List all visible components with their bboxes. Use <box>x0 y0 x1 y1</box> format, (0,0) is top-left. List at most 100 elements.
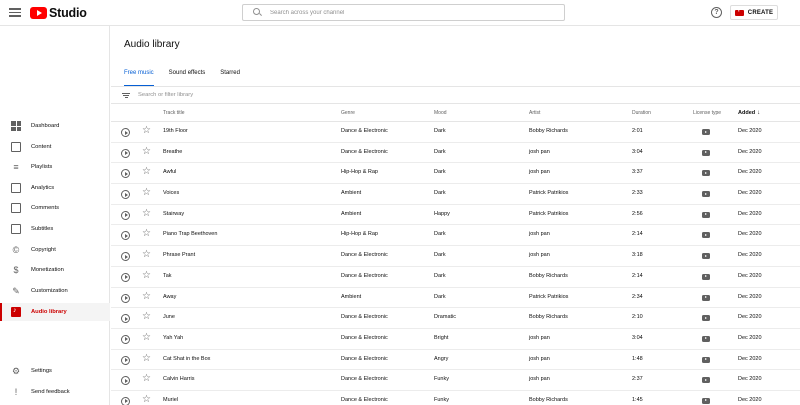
youtube-license-icon <box>702 315 710 322</box>
play-icon[interactable] <box>121 314 130 324</box>
track-mood: Dramatic <box>434 314 457 321</box>
play-icon[interactable] <box>121 272 130 282</box>
play-icon[interactable] <box>121 376 130 386</box>
table-row[interactable]: ☆ Awful Hip-Hop & Rap Dark josh pan 3:37 Dec 2… <box>111 163 800 185</box>
sidebar-item-monetization[interactable]: $ Monetization <box>0 261 110 279</box>
header-license-type[interactable]: License type <box>693 110 721 116</box>
filter-icon[interactable] <box>122 92 130 99</box>
play-icon[interactable] <box>121 334 130 344</box>
track-title: Cat Shat in the Box <box>163 355 211 362</box>
play-icon[interactable] <box>121 355 130 365</box>
table-header: Track title Genre Mood Artist Duration L… <box>111 105 800 122</box>
play-icon[interactable] <box>121 169 130 179</box>
play-icon[interactable] <box>121 396 130 405</box>
studio-logo[interactable]: Studio <box>30 5 87 21</box>
track-mood: Happy <box>434 210 450 217</box>
sidebar-item-settings[interactable]: ⚙ Settings <box>0 362 110 380</box>
table-row[interactable]: ☆ Calvin Harris Dance & Electronic Funky jos… <box>111 370 800 391</box>
play-icon[interactable] <box>121 148 130 158</box>
menu-icon[interactable] <box>9 6 21 18</box>
track-genre: Hip-Hop & Rap <box>341 231 378 238</box>
sidebar-item-audio-library[interactable]: Audio library <box>0 303 110 321</box>
table-row[interactable]: ☆ Piano Trap Beethoven Hip-Hop & Rap Dark jo… <box>111 225 800 247</box>
header-mood[interactable]: Mood <box>434 110 447 116</box>
table-row[interactable]: ☆ June Dance & Electronic Dramatic Bobby Ric… <box>111 308 800 329</box>
track-mood: Dark <box>434 231 446 238</box>
track-genre: Dance & Electronic <box>341 376 388 383</box>
youtube-license-icon <box>702 377 710 384</box>
star-icon[interactable]: ☆ <box>142 291 151 303</box>
table-row[interactable]: ☆ Phrase Prant Dance & Electronic Dark josh … <box>111 246 800 267</box>
sidebar-item-label: Subtitles <box>31 226 54 232</box>
tab-free-music[interactable]: Free music <box>124 69 154 87</box>
track-added: Dec 2020 <box>738 231 762 238</box>
tab-starred[interactable]: Starred <box>220 69 240 87</box>
sidebar-item-send-feedback[interactable]: ! Send feedback <box>0 383 110 401</box>
table-row[interactable]: ☆ Stairway Ambient Happy Patrick Patrikios 2:… <box>111 205 800 226</box>
play-icon[interactable] <box>121 231 130 241</box>
header-duration[interactable]: Duration <box>632 110 651 116</box>
track-added: Dec 2020 <box>738 293 762 300</box>
track-duration: 3:04 <box>632 148 643 155</box>
star-icon[interactable]: ☆ <box>142 187 151 199</box>
track-title: Breathe <box>163 148 183 155</box>
star-icon[interactable]: ☆ <box>142 373 151 385</box>
sidebar-item-copyright[interactable]: © Copyright <box>0 241 110 259</box>
copyright-icon: © <box>12 245 20 255</box>
dashboard-icon <box>11 121 21 131</box>
play-icon[interactable] <box>121 190 130 200</box>
star-icon[interactable]: ☆ <box>142 166 151 178</box>
play-icon[interactable] <box>121 252 130 262</box>
header-artist[interactable]: Artist <box>529 110 540 116</box>
table-row[interactable]: ☆ Cat Shat in the Box Dance & Electronic An… <box>111 350 800 371</box>
tab-sound-effects[interactable]: Sound effects <box>169 69 206 87</box>
gear-icon: ⚙ <box>11 366 21 376</box>
header-added[interactable]: Added ↓ <box>738 110 760 116</box>
table-row[interactable]: ☆ Tak Dance & Electronic Dark Bobby Richards… <box>111 267 800 288</box>
filter-input[interactable] <box>138 92 438 98</box>
track-title: Yah Yah <box>163 334 184 341</box>
table-row[interactable]: ☆ 19th Floor Dance & Electronic Dark Bobby R… <box>111 122 800 143</box>
track-added: Dec 2020 <box>738 190 762 197</box>
star-icon[interactable]: ☆ <box>142 228 151 240</box>
help-icon[interactable]: ? <box>711 7 722 18</box>
header-genre[interactable]: Genre <box>341 110 355 116</box>
play-icon[interactable] <box>121 293 130 303</box>
star-icon[interactable]: ☆ <box>142 394 151 405</box>
star-icon[interactable]: ☆ <box>142 311 151 323</box>
sidebar-item-customization[interactable]: ✎ Customization <box>0 282 110 300</box>
track-mood: Funky <box>434 396 449 403</box>
header-track-title[interactable]: Track title <box>163 110 184 116</box>
track-duration: 3:04 <box>632 334 643 341</box>
star-icon[interactable]: ☆ <box>142 208 151 220</box>
create-button[interactable]: CREATE <box>730 5 778 20</box>
play-icon[interactable] <box>121 210 130 220</box>
sidebar-item-content[interactable]: Content <box>0 138 110 156</box>
sidebar-item-playlists[interactable]: ≡ Playlists <box>0 158 110 176</box>
channel-search[interactable] <box>242 4 565 21</box>
star-icon[interactable]: ☆ <box>142 332 151 344</box>
search-input[interactable] <box>270 9 550 16</box>
star-icon[interactable]: ☆ <box>142 146 151 158</box>
search-icon[interactable] <box>251 6 265 20</box>
sidebar-item-subtitles[interactable]: Subtitles <box>0 220 110 238</box>
track-mood: Dark <box>434 148 446 155</box>
play-icon[interactable] <box>121 128 130 137</box>
track-duration: 1:48 <box>632 355 643 362</box>
table-row[interactable]: ☆ Muriel Dance & Electronic Funky Bobby Rich… <box>111 391 800 405</box>
track-artist: josh pan <box>529 148 550 155</box>
table-row[interactable]: ☆ Away Ambient Dark Patrick Patrikios 2:34 Dec… <box>111 288 800 309</box>
table-row[interactable]: ☆ Yah Yah Dance & Electronic Bright josh pan… <box>111 329 800 350</box>
star-icon[interactable]: ☆ <box>142 249 151 261</box>
table-row[interactable]: ☆ Voices Ambient Dark Patrick Patrikios 2:33 D… <box>111 184 800 205</box>
table-row[interactable]: ☆ Breathe Dance & Electronic Dark josh pan 3:… <box>111 143 800 164</box>
star-icon[interactable]: ☆ <box>142 270 151 282</box>
track-duration: 2:14 <box>632 231 643 238</box>
star-icon[interactable]: ☆ <box>142 125 151 137</box>
sidebar-item-label: Playlists <box>31 164 53 170</box>
sidebar-item-dashboard[interactable]: Dashboard <box>0 117 110 135</box>
sidebar-item-analytics[interactable]: Analytics <box>0 179 110 197</box>
youtube-logo-icon <box>30 7 47 19</box>
sidebar-item-comments[interactable]: Comments <box>0 199 110 217</box>
star-icon[interactable]: ☆ <box>142 353 151 365</box>
